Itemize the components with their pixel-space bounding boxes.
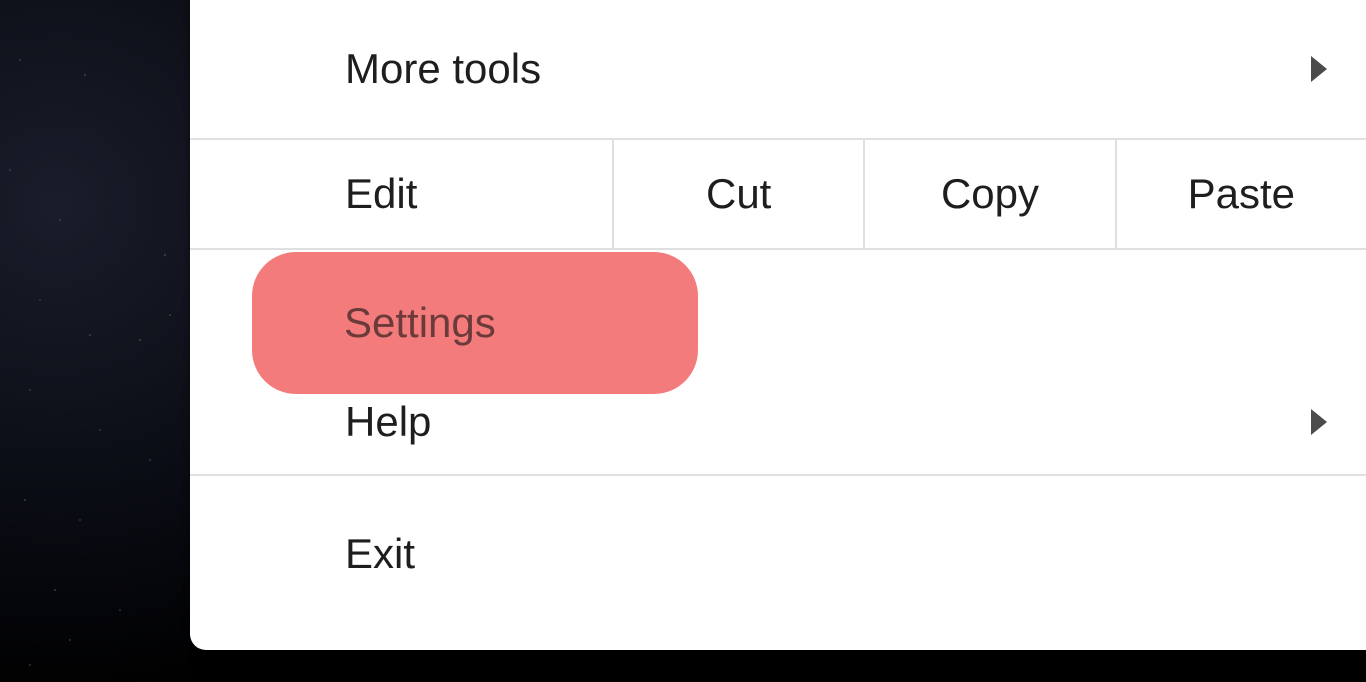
menu-row-edit: Edit Cut Copy Paste <box>190 140 1366 250</box>
menu-item-label: Exit <box>345 530 415 578</box>
chevron-right-icon <box>1308 54 1330 84</box>
menu-item-more-tools[interactable]: More tools <box>190 0 1366 140</box>
menu-edit-label: Edit <box>190 140 614 248</box>
menu-item-exit[interactable]: Exit <box>190 506 1366 602</box>
menu-button-paste[interactable]: Paste <box>1117 140 1366 248</box>
menu-item-label: Copy <box>941 170 1039 218</box>
menu-item-label: Paste <box>1188 170 1295 218</box>
menu-button-copy[interactable]: Copy <box>865 140 1116 248</box>
menu-item-label: Help <box>345 398 431 446</box>
chevron-right-icon <box>1308 407 1330 437</box>
highlight-settings[interactable]: Settings <box>252 252 698 394</box>
menu-item-label: Edit <box>345 170 417 218</box>
menu-item-label: Settings <box>344 299 496 347</box>
menu-item-label: Cut <box>706 170 771 218</box>
menu-item-label: More tools <box>345 45 541 93</box>
background-bottom <box>190 650 1366 682</box>
menu-button-cut[interactable]: Cut <box>614 140 865 248</box>
menu-divider <box>190 474 1366 506</box>
background-space <box>0 0 190 682</box>
